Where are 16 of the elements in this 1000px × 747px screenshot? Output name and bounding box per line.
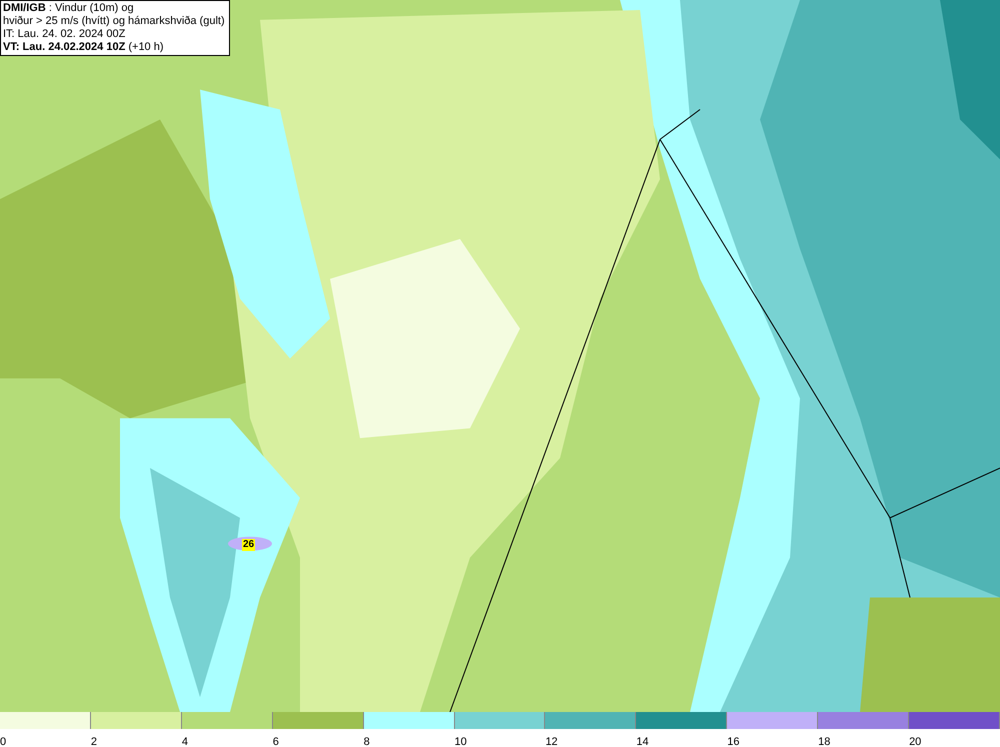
legend-label: 4 (182, 736, 188, 747)
legend-label: 6 (272, 736, 279, 747)
legend-label: 18 (818, 736, 830, 747)
legend-label: 2 (90, 736, 98, 747)
gust-label: 26 (242, 539, 256, 551)
legend-label: 8 (364, 736, 370, 747)
legend-label: 0 (0, 736, 6, 747)
info-line: IT: Lau. 24. 02. 2024 00Z (3, 28, 126, 41)
info-line: VT: Lau. 24.02.2024 10Z (+10 h) (3, 41, 165, 54)
info-line: DMI/IGB : Vindur (10m) og (3, 2, 135, 15)
legend-label: 14 (636, 736, 649, 747)
legend-label: 12 (545, 736, 558, 747)
legend-label: 20 (909, 736, 922, 747)
info-line: hviður > 25 m/s (hvítt) og hámarkshviða (gult) (3, 15, 226, 28)
legend-label: 10 (454, 736, 467, 747)
legend-label: 16 (727, 736, 740, 747)
